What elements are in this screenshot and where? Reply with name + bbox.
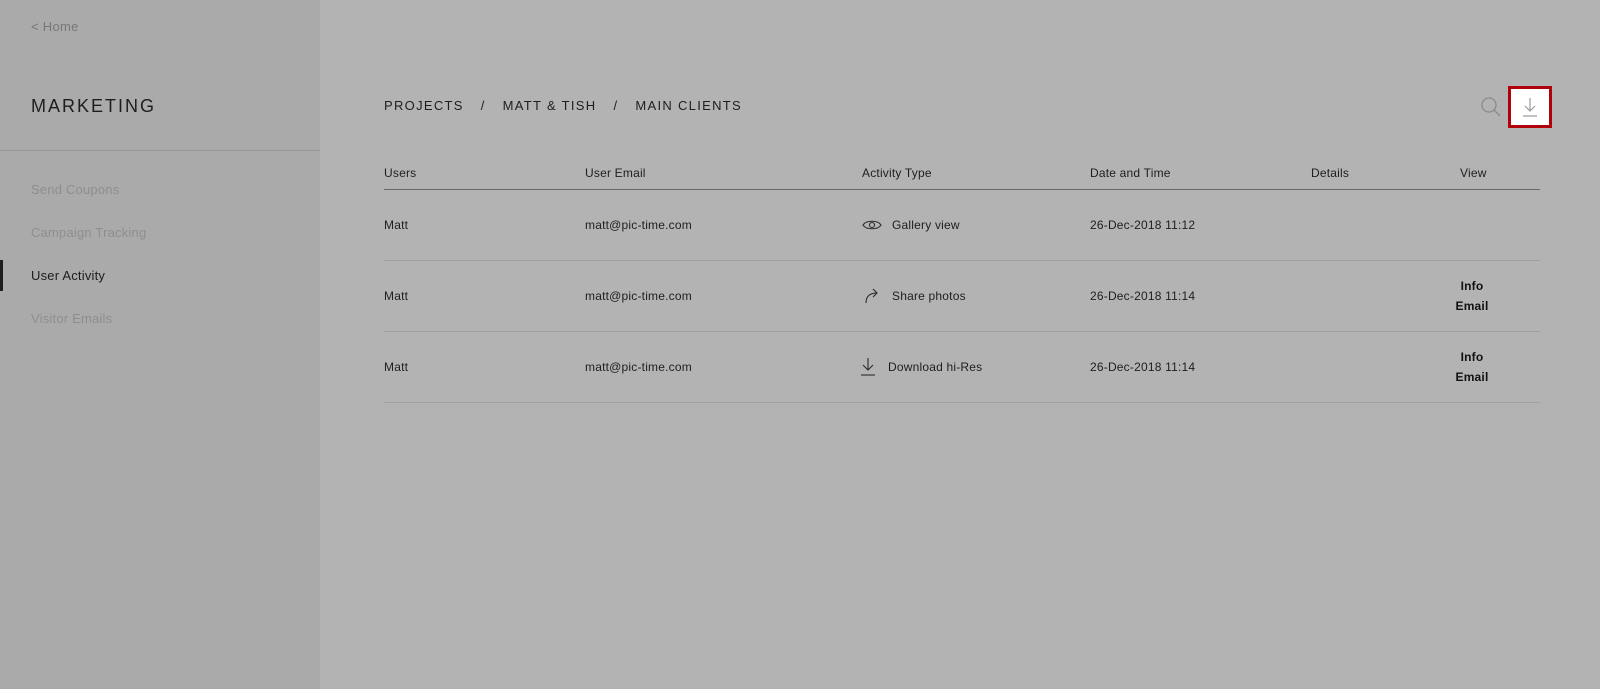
breadcrumb-item-main-clients[interactable]: MAIN CLIENTS — [635, 98, 742, 113]
cell-datetime: 26-Dec-2018 11:14 — [1090, 360, 1196, 374]
activity-table: Users User Email Activity Type Date and … — [384, 160, 1540, 403]
sidebar: < Home MARKETING Send Coupons Campaign T… — [0, 0, 320, 689]
breadcrumb-item-projects[interactable]: PROJECTS — [384, 98, 464, 113]
column-header-date-and-time[interactable]: Date and Time — [1090, 166, 1171, 180]
activity-label: Share photos — [892, 289, 966, 303]
download-icon — [1523, 98, 1537, 117]
activity-label: Gallery view — [892, 218, 960, 232]
cell-activity: Share photos — [862, 261, 966, 331]
sidebar-nav: Send Coupons Campaign Tracking User Acti… — [0, 168, 320, 340]
download-button[interactable] — [1508, 86, 1552, 128]
column-header-activity-type[interactable]: Activity Type — [862, 166, 932, 180]
info-link[interactable]: Info — [1461, 279, 1484, 293]
breadcrumb-item-matt-tish[interactable]: MATT & TISH — [503, 98, 597, 113]
table-header: Users User Email Activity Type Date and … — [384, 160, 1540, 190]
table-row: Matt matt@pic-time.com Gallery view 26-D… — [384, 190, 1540, 261]
search-icon — [1481, 97, 1501, 117]
share-arrow-icon — [862, 286, 882, 306]
table-row: Matt matt@pic-time.com Share photos 26-D… — [384, 261, 1540, 332]
column-header-user-email[interactable]: User Email — [585, 166, 646, 180]
email-link[interactable]: Email — [1455, 299, 1488, 313]
breadcrumb: PROJECTS / MATT & TISH / MAIN CLIENTS — [384, 98, 742, 113]
cell-user: Matt — [384, 218, 409, 232]
cell-user: Matt — [384, 289, 409, 303]
breadcrumb-separator: / — [613, 98, 619, 113]
sidebar-item-visitor-emails[interactable]: Visitor Emails — [0, 297, 320, 340]
column-header-view[interactable]: View — [1460, 166, 1487, 180]
cell-email: matt@pic-time.com — [585, 360, 692, 374]
section-title: MARKETING — [31, 96, 157, 116]
email-link[interactable]: Email — [1455, 370, 1488, 384]
search-button[interactable] — [1479, 95, 1503, 119]
cell-email: matt@pic-time.com — [585, 289, 692, 303]
info-link[interactable]: Info — [1461, 350, 1484, 364]
table-row: Matt matt@pic-time.com Download hi-Res 2… — [384, 332, 1540, 403]
sidebar-item-campaign-tracking[interactable]: Campaign Tracking — [0, 211, 320, 254]
column-header-users[interactable]: Users — [384, 166, 416, 180]
sidebar-item-user-activity[interactable]: User Activity — [0, 254, 320, 297]
cell-datetime: 26-Dec-2018 11:14 — [1090, 289, 1196, 303]
column-header-details[interactable]: Details — [1311, 166, 1349, 180]
cell-user: Matt — [384, 360, 409, 374]
download-icon — [858, 357, 878, 377]
cell-activity: Gallery view — [862, 190, 960, 260]
activity-label: Download hi-Res — [888, 360, 983, 374]
cell-view: Info Email — [1442, 261, 1502, 331]
eye-icon — [862, 215, 882, 235]
breadcrumb-separator: / — [480, 98, 486, 113]
sidebar-item-send-coupons[interactable]: Send Coupons — [0, 168, 320, 211]
cell-view: Info Email — [1442, 332, 1502, 402]
home-link[interactable]: < Home — [31, 19, 79, 34]
main-content: PROJECTS / MATT & TISH / MAIN CLIENTS Us… — [320, 0, 1600, 689]
cell-activity: Download hi-Res — [858, 332, 982, 402]
cell-email: matt@pic-time.com — [585, 218, 692, 232]
cell-datetime: 26-Dec-2018 11:12 — [1090, 218, 1196, 232]
sidebar-divider — [0, 150, 320, 151]
